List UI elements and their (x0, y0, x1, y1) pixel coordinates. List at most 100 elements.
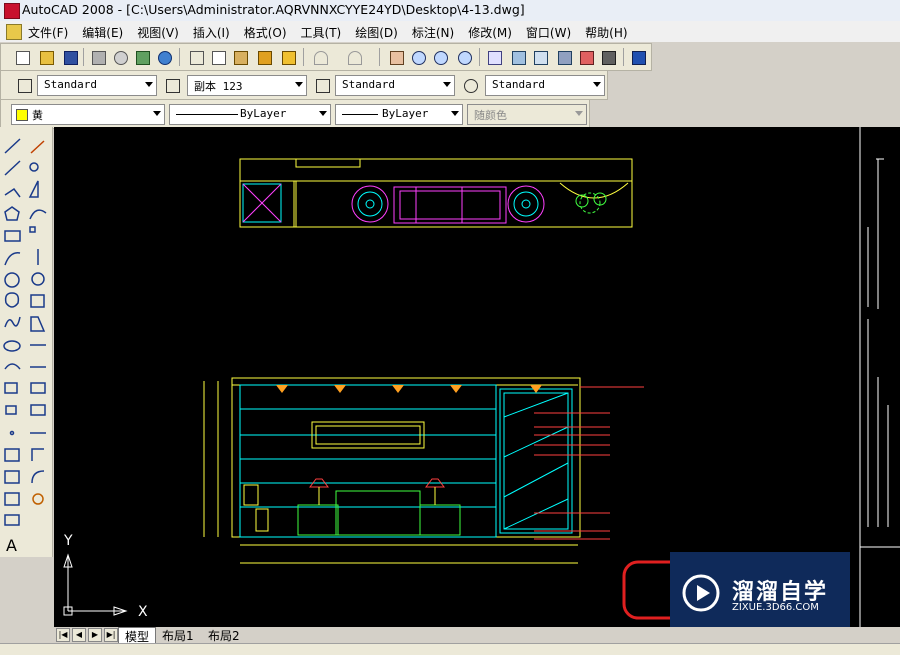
point-icon (9, 430, 15, 436)
offset-icon (29, 209, 47, 220)
menu-bar: 文件(F) 编辑(E) 视图(V) 插入(I) 格式(O) 工具(T) 绘图(D… (0, 21, 900, 42)
lineweight-sample (342, 114, 378, 115)
last-tab-icon[interactable]: ▶| (104, 628, 118, 642)
design-center-icon[interactable] (509, 48, 527, 66)
sheet-set-icon[interactable] (555, 48, 573, 66)
plot-icon[interactable] (89, 48, 107, 66)
text-style-select[interactable]: Standard (37, 75, 157, 96)
tab-layout2[interactable]: 布局2 (202, 627, 246, 643)
rotate-icon (31, 272, 45, 286)
layer-color-select[interactable]: 黄 (11, 104, 165, 125)
chevron-down-icon (153, 111, 161, 116)
open-file-icon[interactable] (37, 48, 55, 66)
menu-insert[interactable]: 插入(I) (193, 24, 230, 41)
tab-layout1[interactable]: 布局1 (156, 627, 200, 643)
linetype-sample (176, 114, 238, 115)
menu-dimension[interactable]: 标注(N) (412, 24, 454, 41)
menu-window[interactable]: 窗口(W) (526, 24, 571, 41)
next-tab-icon[interactable]: ▶ (88, 628, 102, 642)
styles-toolbar: Standard 副本 123 Standard Standard (0, 70, 608, 100)
window-title: AutoCAD 2008 - [C:\Users\Administrator.A… (22, 2, 525, 17)
mirror-icon (28, 180, 39, 198)
circle-icon (4, 272, 20, 288)
markup-icon[interactable] (577, 48, 595, 66)
paste-icon[interactable] (231, 48, 249, 66)
region-icon (4, 492, 20, 506)
plan-view (239, 158, 633, 228)
undo-icon[interactable] (311, 48, 329, 66)
new-file-icon[interactable] (13, 48, 31, 66)
block-editor-icon[interactable] (279, 48, 297, 66)
dimension-style-icon[interactable] (163, 76, 181, 94)
table-icon (4, 514, 20, 526)
command-line-strip (0, 643, 900, 655)
chamfer-icon (31, 448, 44, 461)
linetype-select[interactable]: ByLayer (169, 104, 331, 125)
copy-icon[interactable] (209, 48, 227, 66)
standard-toolbar (0, 43, 652, 71)
layout-tabs: |◀ ◀ ▶ ▶| 模型 布局1 布局2 (54, 627, 900, 644)
help-icon[interactable] (629, 48, 647, 66)
dimension-style-select[interactable]: 副本 123 (187, 75, 307, 96)
ellipse-arc-icon (4, 363, 21, 370)
document-icon[interactable] (6, 24, 22, 40)
tab-model[interactable]: 模型 (118, 627, 157, 644)
line-tool-icon (4, 138, 21, 154)
publish-icon[interactable] (133, 48, 151, 66)
make-block-icon (5, 405, 17, 415)
zoom-realtime-icon[interactable] (409, 48, 427, 66)
multileader-style-icon[interactable] (461, 76, 479, 94)
copy-object-icon (29, 162, 39, 172)
multileader-style-select[interactable]: Standard (485, 75, 605, 96)
table-style-icon[interactable] (313, 76, 331, 94)
stretch-icon (30, 316, 46, 332)
lineweight-select[interactable]: ByLayer (335, 104, 463, 125)
match-properties-icon[interactable] (255, 48, 273, 66)
pan-icon[interactable] (387, 48, 405, 66)
gradient-icon (4, 470, 20, 484)
redo-icon[interactable] (345, 48, 363, 66)
menu-help[interactable]: 帮助(H) (585, 24, 627, 41)
calculator-icon[interactable] (599, 48, 617, 66)
play-logo-icon (682, 574, 720, 612)
properties-toolbar: 黄 ByLayer ByLayer 随颜色 (0, 99, 590, 129)
menu-format[interactable]: 格式(O) (244, 24, 287, 41)
break-at-point-icon (30, 382, 46, 394)
zoom-window-icon[interactable] (431, 48, 449, 66)
table-style-select[interactable]: Standard (335, 75, 455, 96)
polygon-icon (4, 206, 20, 221)
hatch-icon (4, 448, 20, 462)
menu-file[interactable]: 文件(F) (28, 24, 68, 41)
text-style-icon[interactable] (15, 76, 33, 94)
properties-icon[interactable] (485, 48, 503, 66)
construction-line-icon (4, 160, 21, 176)
chevron-down-icon (443, 82, 451, 87)
menu-modify[interactable]: 修改(M) (468, 24, 512, 41)
first-tab-icon[interactable]: |◀ (56, 628, 70, 642)
elevation-view (203, 377, 644, 564)
menu-draw[interactable]: 绘图(D) (355, 24, 398, 41)
chevron-down-icon (575, 111, 583, 116)
menu-view[interactable]: 视图(V) (137, 24, 179, 41)
menu-edit[interactable]: 编辑(E) (82, 24, 123, 41)
zoom-previous-icon[interactable] (455, 48, 473, 66)
plot-preview-icon[interactable] (111, 48, 129, 66)
erase-icon (30, 140, 45, 154)
explode-icon (32, 493, 44, 505)
prev-tab-icon[interactable]: ◀ (72, 628, 86, 642)
autocad-app-icon[interactable] (4, 3, 20, 19)
plotstyle-select: 随颜色 (467, 104, 587, 125)
tool-palettes-icon[interactable] (531, 48, 549, 66)
cut-icon[interactable] (187, 48, 205, 66)
chevron-down-icon (451, 111, 459, 116)
menu-items: 文件(F) 编辑(E) 视图(V) 插入(I) 格式(O) 工具(T) 绘图(D… (28, 24, 642, 41)
menu-tools[interactable]: 工具(T) (301, 24, 342, 41)
array-icon (29, 226, 36, 233)
watermark-subtitle: ZIXUE.3D66.COM (732, 602, 819, 613)
publish-web-icon[interactable] (155, 48, 173, 66)
axis-x-label: X (138, 604, 148, 620)
revision-cloud-icon (4, 292, 20, 308)
save-icon[interactable] (61, 48, 79, 66)
layer-color-swatch (16, 109, 28, 121)
draw-modify-toolbars: A (0, 127, 53, 557)
